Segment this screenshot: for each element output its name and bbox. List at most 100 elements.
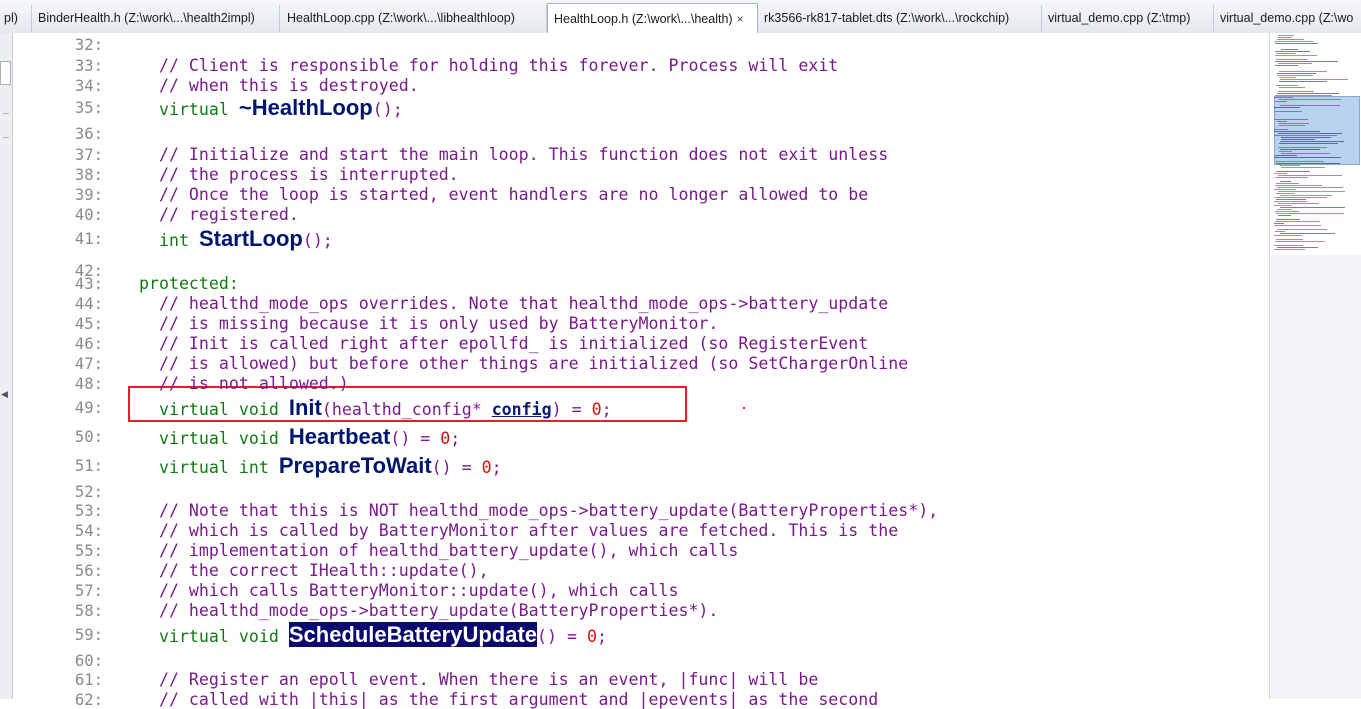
minimap-line	[1278, 203, 1319, 204]
minimap-line	[1280, 141, 1344, 142]
code-line[interactable]: // called with |this| as the first argum…	[119, 690, 878, 709]
line-number: 62:	[74, 691, 103, 709]
minimap-line	[1275, 231, 1285, 232]
minimap-line	[1277, 93, 1339, 94]
tab-label: rk3566-rk817-tablet.dts (Z:\work\...\roc…	[764, 11, 1010, 25]
keyword-text: protected:	[119, 274, 239, 293]
minimap-line	[1277, 73, 1316, 74]
function-name: Init	[288, 395, 322, 420]
tab-binderhealth-h[interactable]: BinderHealth.h (Z:\work\...\health2impl)	[32, 5, 280, 32]
minimap-line	[1279, 77, 1296, 78]
minimap-line	[1274, 107, 1300, 108]
minimap-line	[1281, 137, 1331, 138]
tab-rk3566-dts[interactable]: rk3566-rk817-tablet.dts (Z:\work\...\roc…	[758, 5, 1042, 32]
minimap-line	[1278, 147, 1327, 148]
minimap-line	[1281, 49, 1298, 50]
code-line[interactable]: // registered.	[119, 205, 299, 224]
comment-text: // registered.	[119, 205, 299, 224]
tab-0[interactable]: pl)	[0, 5, 32, 32]
number-literal: 0	[591, 400, 602, 419]
minimap-line	[1275, 241, 1325, 242]
code-line[interactable]: // Note that this is NOT healthd_mode_op…	[119, 501, 938, 520]
selected-function-name: ScheduleBatteryUpdate	[288, 622, 538, 647]
parameters-text: (healthd_config*	[321, 400, 492, 419]
minimap-line	[1278, 91, 1314, 92]
minimap-line	[1280, 149, 1320, 150]
code-line[interactable]: virtual void Init(healthd_config* config…	[119, 395, 612, 421]
minimap-line	[1274, 129, 1288, 130]
line-number: 39:	[74, 186, 103, 204]
code-editor[interactable]: 32: 33: // Client is responsible for hold…	[13, 33, 1269, 709]
left-panel-strip[interactable]: ◀	[0, 33, 13, 699]
parameter-name: config	[491, 400, 552, 419]
tab-virtual-demo-tmp[interactable]: virtual_demo.cpp (Z:\tmp)	[1042, 5, 1214, 32]
code-line[interactable]: // implementation of healthd_battery_upd…	[119, 541, 738, 560]
comment-text: // Init is called right after epollfd_ i…	[119, 334, 869, 353]
minimap-line	[1275, 61, 1338, 62]
code-line[interactable]: int StartLoop();	[119, 226, 333, 252]
comment-text: // called with |this| as the first argum…	[119, 690, 879, 709]
punctuation: ) =	[551, 400, 592, 419]
code-line[interactable]: // Client is responsible for holding thi…	[119, 56, 838, 75]
punctuation: ;	[596, 627, 607, 646]
line-number: 52:	[74, 483, 103, 501]
minimap-line	[1277, 247, 1318, 248]
comment-text: // which is called by BatteryMonitor aft…	[119, 521, 899, 540]
code-line[interactable]: // Initialize and start the main loop. T…	[119, 145, 888, 164]
minimap-line	[1275, 95, 1332, 96]
code-line[interactable]: // which calls BatteryMonitor::update(),…	[119, 581, 679, 600]
line-number: 32:	[74, 36, 103, 54]
triangle-left-icon[interactable]: ◀	[1, 390, 8, 400]
minimap-line	[1276, 183, 1299, 184]
code-line[interactable]: virtual int PrepareToWait() = 0;	[119, 453, 502, 479]
minimap-line	[1274, 223, 1284, 224]
code-line[interactable]: // healthd_mode_ops overrides. Note that…	[119, 294, 888, 313]
marker-dot	[743, 407, 745, 409]
code-line[interactable]: protected:	[119, 274, 239, 293]
keyword-text: virtual void	[119, 429, 289, 448]
minimap-line	[1275, 161, 1324, 162]
minimap-line	[1276, 193, 1295, 194]
tab-healthloop-cpp[interactable]: HealthLoop.cpp (Z:\work\...\libhealthloo…	[281, 5, 547, 32]
left-panel-box[interactable]	[0, 61, 11, 85]
minimap-line	[1279, 151, 1292, 152]
minimap-line	[1278, 37, 1292, 38]
code-line[interactable]: virtual void Heartbeat() = 0;	[119, 424, 460, 450]
code-line[interactable]: // Register an epoll event. When there i…	[119, 670, 818, 689]
minimap-line	[1280, 195, 1332, 196]
code-line[interactable]: // Once the loop is started, event handl…	[119, 185, 868, 204]
close-icon[interactable]: ×	[737, 4, 744, 34]
code-line[interactable]: // the correct IHealth::update(),	[119, 561, 489, 580]
minimap-line	[1274, 205, 1292, 206]
code-line[interactable]: virtual void ScheduleBatteryUpdate() = 0…	[119, 622, 607, 648]
minimap-line	[1277, 229, 1327, 230]
line-number: 38:	[74, 166, 103, 184]
tab-healthloop-h[interactable]: HealthLoop.h (Z:\work\...\health) ×	[547, 3, 758, 34]
code-line[interactable]: // is not allowed.)	[119, 374, 349, 393]
code-line[interactable]: // Init is called right after epollfd_ i…	[119, 334, 868, 353]
tab-virtual-demo-work[interactable]: virtual_demo.cpp (Z:\wo	[1214, 5, 1361, 32]
minimap[interactable]	[1269, 33, 1361, 699]
line-number: 44:	[74, 295, 103, 313]
code-line[interactable]: // the process is interrupted.	[119, 165, 459, 184]
punctuation: ;	[450, 429, 461, 448]
minimap-line	[1274, 245, 1303, 246]
tab-label: HealthLoop.cpp (Z:\work\...\libhealthloo…	[287, 11, 515, 25]
line-number: 48:	[74, 375, 103, 393]
code-line[interactable]: // is missing because it is only used by…	[119, 314, 718, 333]
code-line[interactable]: // healthd_mode_ops->battery_update(Batt…	[119, 601, 718, 620]
minimap-line	[1278, 191, 1345, 192]
comment-text: // Register an epoll event. When there i…	[119, 670, 819, 689]
minimap-line	[1275, 155, 1297, 156]
minimap-line	[1278, 215, 1291, 216]
minimap-line	[1281, 153, 1330, 154]
minimap-line	[1280, 233, 1335, 234]
minimap-line	[1277, 209, 1292, 210]
line-number: 58:	[74, 602, 103, 620]
code-line[interactable]: // which is called by BatteryMonitor aft…	[119, 521, 898, 540]
code-line[interactable]: // is allowed) but before other things a…	[119, 354, 908, 373]
minimap-line	[1279, 143, 1338, 144]
code-line[interactable]: // when this is destroyed.	[119, 76, 419, 95]
code-line[interactable]: virtual ~HealthLoop();	[119, 95, 403, 121]
tab-label: HealthLoop.h (Z:\work\...\health)	[554, 12, 733, 26]
